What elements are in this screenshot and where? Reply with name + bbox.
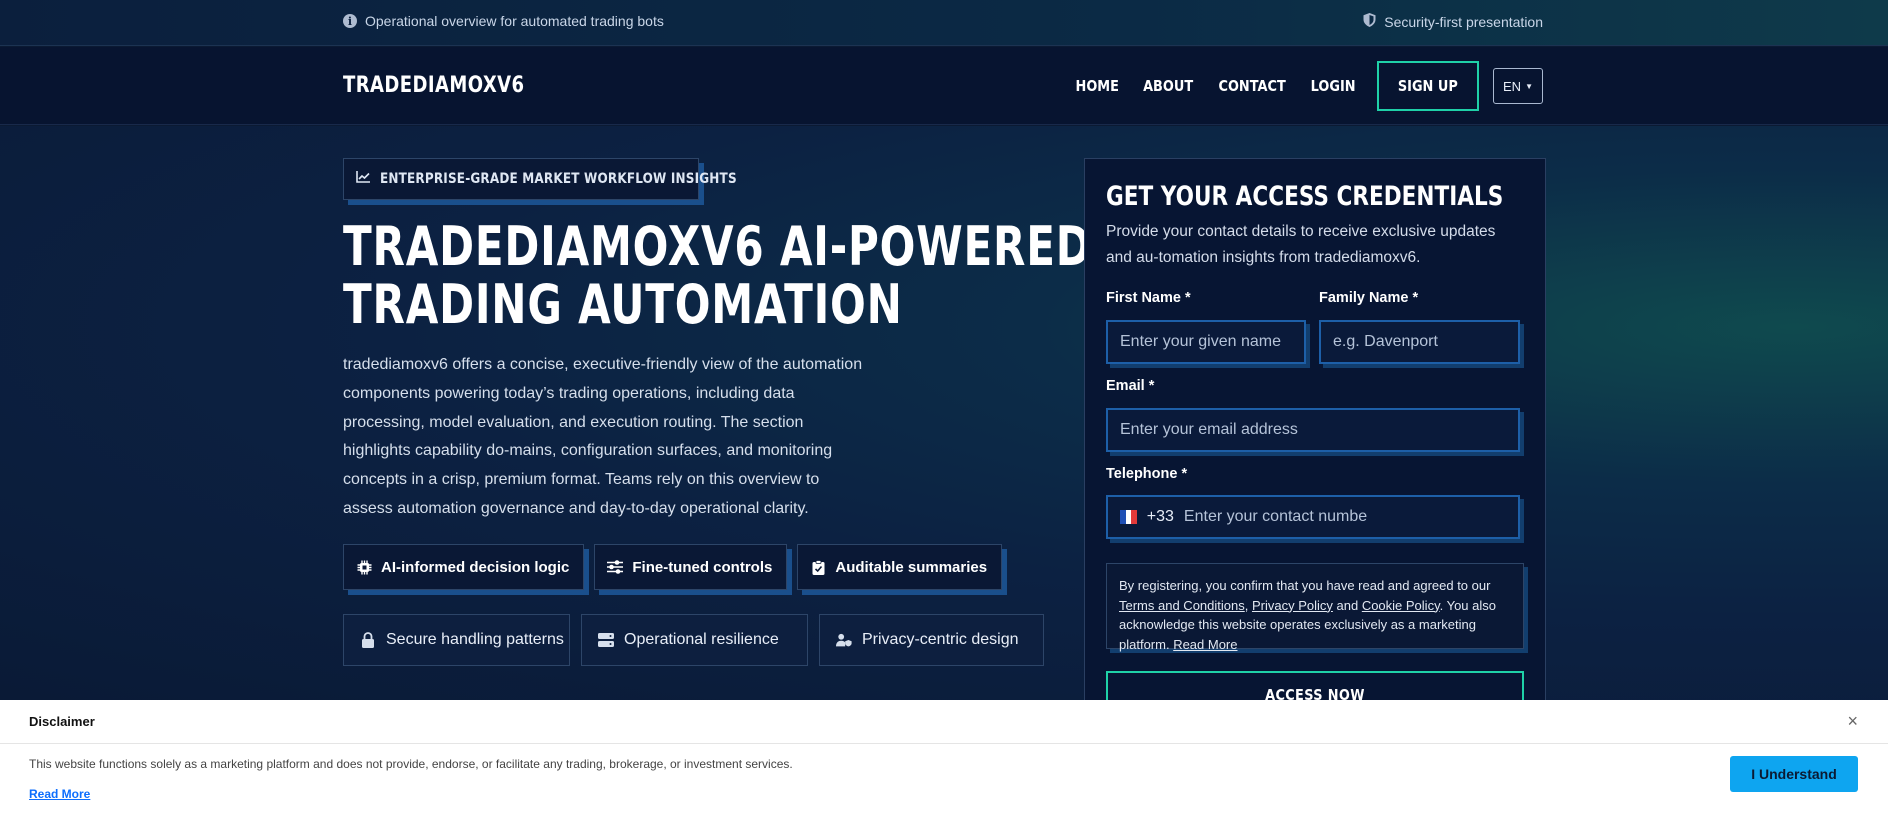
cookie-link[interactable]: Cookie Policy (1362, 598, 1440, 613)
top-info-left: i Operational overview for automated tra… (343, 13, 664, 29)
family-name-input[interactable] (1333, 333, 1518, 351)
feature-chip: AI-informed decision logic (343, 544, 585, 590)
nav-links: HOME ABOUT CONTACT LOGIN SIGN UP EN ▼ (1064, 61, 1543, 111)
info-icon: i (343, 14, 357, 28)
user-shield-icon (836, 632, 852, 648)
shield-icon (1363, 13, 1376, 30)
language-label: EN (1503, 78, 1522, 94)
dial-code[interactable]: +33 (1147, 508, 1174, 526)
close-icon[interactable]: × (1847, 711, 1858, 732)
disclaimer-header: Disclaimer × (0, 700, 1888, 744)
language-selector[interactable]: EN ▼ (1493, 68, 1543, 104)
top-info-right: Security-first presentation (1363, 13, 1543, 30)
consent-read-more-link[interactable]: Read More (1173, 637, 1237, 652)
clipboard-check-icon (810, 559, 826, 575)
hero-badge: ENTERPRISE-GRADE MARKET WORKFLOW INSIGHT… (343, 158, 737, 200)
privacy-link[interactable]: Privacy Policy (1252, 598, 1333, 613)
pillar-label: Privacy-centric design (862, 631, 1019, 648)
chip-label: AI-informed decision logic (381, 558, 570, 576)
email-label: Email * (1106, 378, 1155, 394)
top-info-bar: i Operational overview for automated tra… (0, 0, 1888, 46)
form-subtitle: Provide your contact details to receive … (1106, 223, 1496, 266)
hero-description: tradediamoxv6 offers a concise, executiv… (343, 356, 863, 517)
email-field[interactable] (1106, 408, 1520, 452)
phone-field[interactable]: +33 (1106, 495, 1520, 539)
disclaimer-read-more-link[interactable]: Read More (29, 787, 90, 801)
first-name-label: First Name * (1106, 290, 1191, 306)
consent-and: and (1332, 597, 1362, 613)
caret-down-icon: ▼ (1525, 81, 1533, 91)
pillar-card: Secure handling patterns (343, 614, 570, 666)
pillar-label: Operational resilience (624, 631, 779, 648)
phone-label: Telephone * (1106, 466, 1188, 482)
first-name-input[interactable] (1120, 333, 1304, 351)
pillar-card: Privacy-centric design (819, 614, 1044, 666)
signup-form-card: GET YOUR ACCESS CREDENTIALS Provide your… (1084, 158, 1546, 719)
signup-button[interactable]: SIGN UP (1377, 61, 1479, 111)
feature-chip: Fine-tuned controls (594, 544, 788, 590)
pillar-label: Secure handling patterns (386, 631, 564, 648)
nav-login[interactable]: LOGIN (1304, 77, 1363, 95)
family-name-label: Family Name * (1319, 290, 1419, 306)
phone-input[interactable] (1183, 508, 1518, 526)
understand-button[interactable]: I Understand (1730, 756, 1858, 792)
chip-label: Auditable summaries (835, 558, 988, 576)
badge-text: ENTERPRISE-GRADE MARKET WORKFLOW INSIGHT… (380, 171, 737, 187)
disclaimer-title: Disclaimer (29, 714, 95, 729)
pillar-cards: Secure handling patterns Operational res… (343, 614, 1044, 666)
nav-contact[interactable]: CONTACT (1211, 77, 1292, 95)
chart-line-icon (356, 171, 370, 187)
france-flag-icon[interactable] (1120, 510, 1137, 524)
security-text: Security-first presentation (1384, 13, 1543, 30)
hero-title: TRADEDIAMOXV6 AI-POWERED TRADING AUTOMAT… (343, 215, 1092, 336)
pillar-card: Operational resilience (581, 614, 808, 666)
feature-chips: AI-informed decision logic Fine-tuned co… (343, 544, 1003, 590)
nav-home[interactable]: HOME (1069, 77, 1126, 95)
lock-icon (360, 632, 376, 648)
signup-label: SIGN UP (1398, 77, 1459, 95)
disclaimer-text: This website functions solely as a marke… (29, 757, 793, 771)
hero-title-line2: TRADING AUTOMATION (343, 273, 903, 336)
brand-logo[interactable]: TRADEDIAMOXV6 (343, 73, 525, 98)
chip-label: Fine-tuned controls (632, 558, 773, 576)
nav-about[interactable]: ABOUT (1136, 77, 1200, 95)
consent-notice: By registering, you confirm that you hav… (1106, 563, 1524, 652)
top-info-text: Operational overview for automated tradi… (365, 13, 664, 29)
terms-link[interactable]: Terms and Conditions (1119, 598, 1245, 613)
email-input[interactable] (1120, 421, 1518, 439)
server-icon (598, 632, 614, 648)
form-title: GET YOUR ACCESS CREDENTIALS (1106, 181, 1504, 212)
family-name-field[interactable] (1319, 320, 1520, 364)
chip-icon (356, 559, 372, 575)
first-name-field[interactable] (1106, 320, 1306, 364)
feature-chip: Auditable summaries (797, 544, 1003, 590)
consent-text: By registering, you confirm that you hav… (1119, 578, 1491, 593)
main-navbar: TRADEDIAMOXV6 HOME ABOUT CONTACT LOGIN S… (0, 47, 1888, 125)
sliders-icon (607, 559, 624, 575)
hero-title-line1: TRADEDIAMOXV6 AI-POWERED (343, 215, 1092, 278)
disclaimer-banner: Disclaimer × This website functions sole… (0, 700, 1888, 818)
